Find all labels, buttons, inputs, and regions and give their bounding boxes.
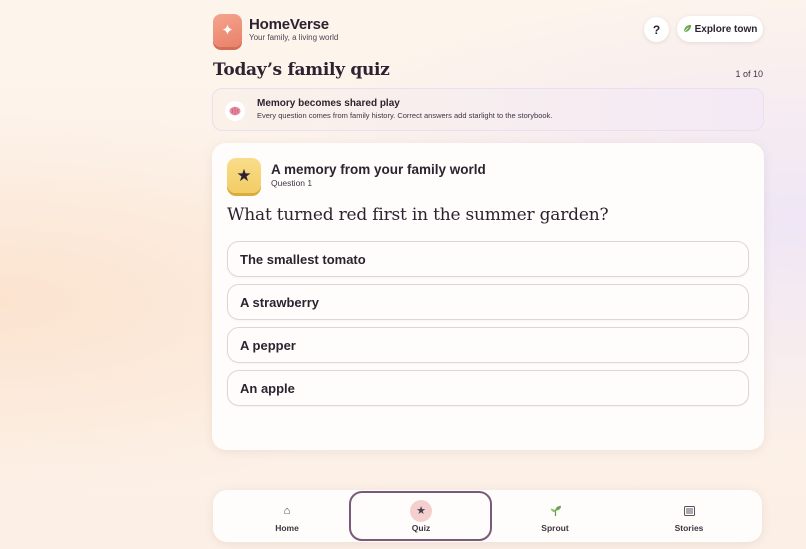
- app-tagline: Your family, a living world: [249, 33, 339, 42]
- quiz-card: ★ A memory from your family world Questi…: [212, 143, 764, 450]
- star-icon: ★: [410, 499, 432, 522]
- answer-list: The smallest tomato A strawberry A peppe…: [227, 241, 749, 406]
- app-name: HomeVerse: [249, 16, 329, 33]
- answer-option[interactable]: A pepper: [227, 327, 749, 363]
- explore-town-button[interactable]: Explore town: [677, 16, 763, 42]
- book-icon: [678, 500, 700, 522]
- question-number: Question 1: [271, 178, 313, 188]
- nav-item-stories[interactable]: Stories: [624, 490, 754, 542]
- answer-option[interactable]: An apple: [227, 370, 749, 406]
- home-icon: ⌂: [283, 504, 291, 517]
- banner-description: Every question comes from family history…: [257, 111, 553, 120]
- answer-option[interactable]: The smallest tomato: [227, 241, 749, 277]
- sprout-icon: [544, 500, 566, 522]
- nav-item-quiz[interactable]: ★ Quiz: [356, 490, 486, 542]
- question-counter: 1 of 10: [735, 69, 763, 79]
- nav-item-sprout[interactable]: Sprout: [490, 490, 620, 542]
- nav-label: Quiz: [411, 522, 431, 533]
- question-text: What turned red first in the summer gard…: [227, 205, 609, 225]
- app-logo: ✦: [213, 14, 242, 47]
- nav-label: Sprout: [541, 522, 569, 533]
- sparkle-icon: ✦: [221, 22, 234, 39]
- page-title: Today’s family quiz: [213, 60, 390, 80]
- help-label: ?: [652, 22, 661, 37]
- nav-item-home[interactable]: ⌂ Home: [222, 490, 352, 542]
- explore-town-label: Explore town: [694, 23, 758, 35]
- bottom-nav: ⌂ Home ★ Quiz Sprout Stories: [213, 490, 762, 542]
- quiz-heading: A memory from your family world: [271, 162, 486, 177]
- star-icon: ★: [227, 158, 261, 193]
- help-button[interactable]: ?: [644, 17, 669, 42]
- nav-label: Home: [275, 522, 299, 533]
- leaf-icon: [683, 24, 692, 35]
- info-banner: Memory becomes shared play Every questio…: [212, 88, 764, 131]
- brain-icon: [225, 101, 245, 121]
- banner-title: Memory becomes shared play: [257, 98, 400, 109]
- nav-label: Stories: [674, 522, 704, 533]
- answer-option[interactable]: A strawberry: [227, 284, 749, 320]
